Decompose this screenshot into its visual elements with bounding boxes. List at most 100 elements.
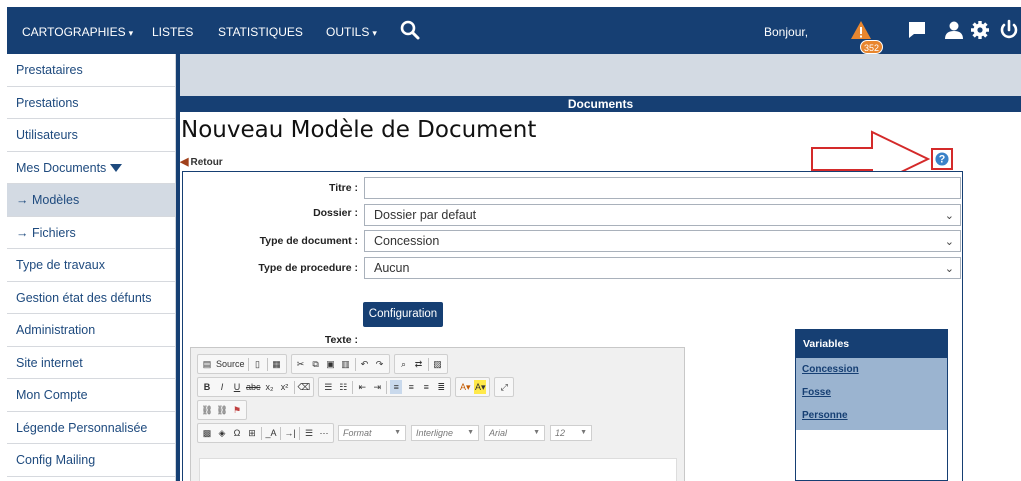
variable-fosse-link[interactable]: Fosse xyxy=(802,387,941,398)
sidebar-item-utilisateurs[interactable]: Utilisateurs xyxy=(7,119,175,152)
variables-header: Variables xyxy=(796,330,947,358)
nav-cartographies[interactable]: CARTOGRAPHIES ▾ xyxy=(22,25,133,39)
editor-text-area[interactable] xyxy=(199,458,677,481)
special-char-icon[interactable]: Ω xyxy=(231,426,243,440)
chevron-down-icon: ▼ xyxy=(394,429,401,436)
rich-text-editor: ▤ Source ▯ ▦ ✂ ⧉ ▣ ▥ ↶ ↷ ⌕ ⇄ ▨ B I U abc… xyxy=(190,347,685,481)
help-icon[interactable]: ? xyxy=(931,148,953,170)
eraser-icon[interactable]: ⌫ xyxy=(298,380,311,394)
sidebar-item-prestations[interactable]: Prestations xyxy=(7,87,175,119)
table-icon[interactable]: ⊞ xyxy=(246,426,258,440)
replace-icon[interactable]: ⇄ xyxy=(413,357,425,371)
titre-input[interactable] xyxy=(364,177,961,199)
chevron-down-icon: ⌄ xyxy=(944,236,954,248)
font-dropdown[interactable]: Arial ▼ xyxy=(484,425,545,441)
back-link[interactable]: ◀ Retour xyxy=(180,155,223,168)
strikethrough-icon[interactable]: abc xyxy=(246,380,261,394)
source-icon[interactable]: ▤ xyxy=(201,357,213,371)
sidebar-item-gestion-etat-defunts[interactable]: Gestion état des défunts xyxy=(7,282,175,314)
text-color-icon[interactable]: A▾ xyxy=(459,380,471,394)
type-procedure-select[interactable]: Aucun ⌄ xyxy=(364,257,961,279)
caret-down-icon xyxy=(110,164,123,173)
background-color-icon[interactable]: A▾ xyxy=(474,380,487,394)
nav-outils[interactable]: OUTILS ▾ xyxy=(326,25,377,39)
sidebar-item-config-mailing[interactable]: Config Mailing xyxy=(7,444,175,477)
flash-icon[interactable]: ◈ xyxy=(216,426,228,440)
underline-icon[interactable]: U xyxy=(231,380,243,394)
indent-icon[interactable]: ⇥ xyxy=(371,380,383,394)
bullet-list-icon[interactable]: ☷ xyxy=(337,380,349,394)
sidebar-item-administration[interactable]: Administration xyxy=(7,314,175,347)
search-icon[interactable] xyxy=(399,19,421,41)
sidebar-item-fichiers[interactable]: → Fichiers xyxy=(7,217,175,249)
nav-statistiques[interactable]: STATISTIQUES xyxy=(218,25,303,39)
gear-icon[interactable] xyxy=(969,19,991,41)
page-break-icon[interactable]: ⋯ xyxy=(318,426,330,440)
justify-icon[interactable]: ≣ xyxy=(435,380,447,394)
horizontal-rule-icon[interactable]: ☰ xyxy=(303,426,315,440)
format-dropdown[interactable]: Format ▼ xyxy=(338,425,406,441)
superscript-icon[interactable]: x² xyxy=(279,380,291,394)
configuration-button[interactable]: Configuration xyxy=(363,302,443,327)
image-icon[interactable]: ▩ xyxy=(201,426,213,440)
line-height-dropdown[interactable]: Interligne ▼ xyxy=(411,425,479,441)
undo-icon[interactable]: ↶ xyxy=(359,357,371,371)
template-icon[interactable]: ▦ xyxy=(271,357,283,371)
type-document-select[interactable]: Concession ⌄ xyxy=(364,230,961,252)
align-right-icon[interactable]: ≡ xyxy=(420,380,432,394)
sidebar-item-modeles[interactable]: → Modèles xyxy=(7,184,175,217)
sidebar-item-prestataires[interactable]: Prestataires xyxy=(7,54,175,87)
toolbar-group: ✂ ⧉ ▣ ▥ ↶ ↷ xyxy=(290,354,390,374)
tab-icon[interactable]: →| xyxy=(284,426,296,440)
find-icon[interactable]: ⌕ xyxy=(398,357,410,371)
outdent-icon[interactable]: ⇤ xyxy=(356,380,368,394)
copy-icon[interactable]: ⧉ xyxy=(310,357,322,371)
cut-icon[interactable]: ✂ xyxy=(295,357,307,371)
sidebar: Prestataires Prestations Utilisateurs Me… xyxy=(7,54,176,481)
toolbar-group: ⌕ ⇄ ▨ xyxy=(393,354,448,374)
sidebar-item-type-de-travaux[interactable]: Type de travaux xyxy=(7,249,175,282)
chevron-down-icon: ▼ xyxy=(533,429,540,436)
format-label: Format xyxy=(343,428,372,438)
toolbar-separator xyxy=(354,357,356,371)
toolbar-separator xyxy=(352,380,354,394)
align-center-icon[interactable]: ≡ xyxy=(405,380,417,394)
redo-icon[interactable]: ↷ xyxy=(374,357,386,371)
source-button[interactable]: Source xyxy=(216,357,245,371)
font-size-dropdown[interactable]: 12 ▼ xyxy=(550,425,592,441)
power-icon[interactable] xyxy=(998,19,1020,41)
chevron-down-icon: ⌄ xyxy=(944,263,954,275)
bold-icon[interactable]: B xyxy=(201,380,213,394)
subscript-icon[interactable]: x₂ xyxy=(264,380,276,394)
align-left-icon[interactable]: ≡ xyxy=(390,380,403,394)
numbered-list-icon[interactable]: ☰ xyxy=(322,380,334,394)
sidebar-item-label: Mes Documents xyxy=(16,160,107,175)
font-style-icon[interactable]: _A xyxy=(265,426,277,440)
paste-word-icon[interactable]: ▥ xyxy=(340,357,352,371)
unlink-icon[interactable]: ⛓ xyxy=(216,403,228,417)
sidebar-item-mon-compte[interactable]: Mon Compte xyxy=(7,379,175,412)
chat-icon[interactable] xyxy=(906,19,928,41)
variable-concession-link[interactable]: Concession xyxy=(802,364,941,375)
sidebar-item-mes-documents[interactable]: Mes Documents xyxy=(7,152,175,184)
sidebar-item-legende[interactable]: Légende Personnalisée xyxy=(7,412,175,444)
editor-toolbar-row-4: ▩ ◈ Ω ⊞ _A →| ☰ ⋯ Format ▼ Interligne ▼ Ar… xyxy=(197,423,596,443)
maximize-icon[interactable]: ⤢ xyxy=(498,380,510,394)
dossier-select[interactable]: Dossier par defaut ⌄ xyxy=(364,204,961,226)
paste-icon[interactable]: ▣ xyxy=(325,357,337,371)
select-all-icon[interactable]: ▨ xyxy=(432,357,444,371)
toolbar-separator xyxy=(261,426,262,440)
user-icon[interactable] xyxy=(943,19,965,41)
content-header-band xyxy=(180,54,1021,96)
variable-personne-link[interactable]: Personne xyxy=(802,410,941,421)
texte-label: Texte : xyxy=(324,334,358,346)
warning-icon[interactable] xyxy=(850,19,872,41)
new-page-icon[interactable]: ▯ xyxy=(252,357,264,371)
italic-icon[interactable]: I xyxy=(216,380,228,394)
nav-listes[interactable]: LISTES xyxy=(152,25,193,39)
anchor-icon[interactable]: ⚑ xyxy=(231,403,243,417)
chevron-down-icon: ▾ xyxy=(128,28,134,38)
link-icon[interactable]: ⛓ xyxy=(201,403,213,417)
toolbar-separator xyxy=(247,357,249,371)
sidebar-item-site-internet[interactable]: Site internet xyxy=(7,347,175,379)
